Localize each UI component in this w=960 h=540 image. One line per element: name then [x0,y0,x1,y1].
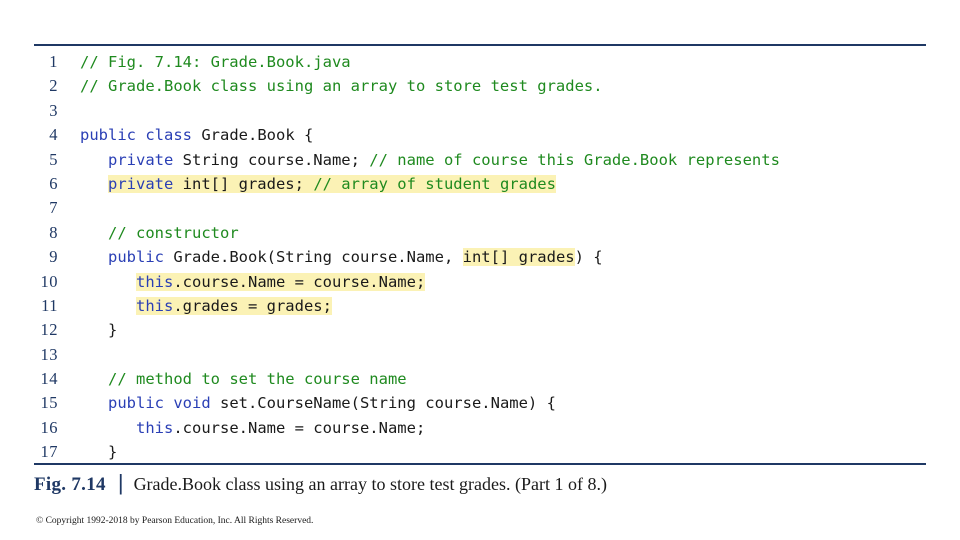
bottom-divider-rule [34,463,926,465]
code-line-number: 12 [40,320,58,340]
code-line-number: 10 [40,271,58,291]
code-line: 1 // Fig. 7.14: Grade.Book.java [34,52,940,76]
code-line: 6 private int[] grades; // array of stud… [34,174,940,198]
code-line-text: // Fig. 7.14: Grade.Book.java [80,53,351,71]
code-line-number: 6 [49,173,58,193]
caption-text: Grade.Book class using an array to store… [133,474,607,494]
code-token: this [136,272,174,291]
code-line-text: public void set.CourseName(String course… [80,394,556,412]
code-token: .course.Name = course.Name; [173,418,426,437]
code-token: // method to set the course name [108,370,407,389]
code-token: private [108,150,183,169]
code-line-number: 9 [49,247,58,267]
code-token: this [136,296,174,315]
code-line: 8 // constructor [34,223,940,247]
code-line-text: } [80,321,117,339]
code-token: } [80,443,118,462]
code-token: // Fig. 7.14: Grade.Book.java [80,53,351,71]
top-divider-rule [34,44,926,46]
code-line: 2 // Grade.Book class using an array to s… [34,76,940,100]
code-token: .course.Name = course.Name; [173,272,426,291]
code-line: 14 // method to set the course name [34,369,940,393]
code-line: 11 this.grades = grades; [34,296,940,320]
code-line: 15 public void set.CourseName(String cou… [34,393,940,417]
code-line: 13 [34,345,940,369]
code-token: set.CourseName(String course.Name) { [219,394,556,413]
code-token: Grade.Book { [201,126,314,145]
code-line-text: this.course.Name = course.Name; [80,419,425,437]
code-token: public class [80,126,202,145]
code-line: 10 this.course.Name = course.Name; [34,272,940,296]
code-token: // constructor [108,223,239,242]
code-line-text: private int[] grades; // array of studen… [80,174,556,193]
code-line: 16 this.course.Name = course.Name; [34,418,940,442]
code-line-text: public Grade.Book(String course.Name, in… [80,248,603,267]
caption-separator: | [117,470,124,495]
code-token: public void [108,394,220,413]
code-token: Grade.Book(String course.Name, [173,248,463,267]
code-line-number: 8 [49,222,58,242]
code-line: 12 } [34,320,940,344]
code-line-number: 13 [40,344,58,364]
code-line-text: } [80,443,117,461]
slide: 1 // Fig. 7.14: Grade.Book.java 2 // Grade.… [0,0,960,540]
code-line-text: this.grades = grades; [80,296,332,315]
code-line-number: 7 [49,198,58,218]
code-line-number: 17 [40,442,58,462]
code-token: int[] grades; [182,174,314,193]
code-line-number: 14 [40,369,58,389]
code-line-number: 2 [49,76,58,96]
copyright-notice: © Copyright 1992-2018 by Pearson Educati… [36,516,314,526]
code-token: } [80,321,118,340]
code-token: int[] grades [462,248,575,267]
code-line-text: private String course.Name; // name of c… [80,151,780,169]
code-token: // name of course this Grade.Book repres… [369,150,780,169]
code-token: String course.Name; [182,150,370,169]
figure-number: Fig. 7.14 [34,474,106,495]
code-line-number: 15 [40,393,58,413]
code-listing: 1 // Fig. 7.14: Grade.Book.java 2 // Grade.… [34,52,940,467]
code-line: 4 public class Grade.Book { [34,125,940,149]
code-line-text: public class Grade.Book { [80,126,313,144]
code-token: ) { [574,248,603,267]
code-line-number: 4 [49,125,58,145]
code-token: // array of student grades [313,174,556,193]
code-line-text: // constructor [80,224,239,242]
code-token: private [108,174,183,193]
code-line-text: // Grade.Book class using an array to st… [80,77,603,95]
code-token: // Grade.Book class using an array to st… [80,77,603,96]
code-line-number: 3 [49,100,58,120]
figure-caption: Fig. 7.14 | Grade.Book class using an ar… [34,472,607,496]
code-line: 5 private String course.Name; // name of… [34,150,940,174]
code-line: 9 public Grade.Book(String course.Name, … [34,247,940,271]
code-line-text: this.course.Name = course.Name; [80,272,426,291]
code-line-text: // method to set the course name [80,370,407,388]
code-line: 7 [34,198,940,222]
code-line-number: 11 [41,295,58,315]
code-line-number: 16 [40,417,58,437]
code-token: .grades = grades; [173,296,332,315]
code-line-number: 1 [49,52,58,71]
code-token: public [108,248,174,267]
code-line-number: 5 [49,149,58,169]
code-line: 3 [34,101,940,125]
code-token: this [136,418,174,437]
